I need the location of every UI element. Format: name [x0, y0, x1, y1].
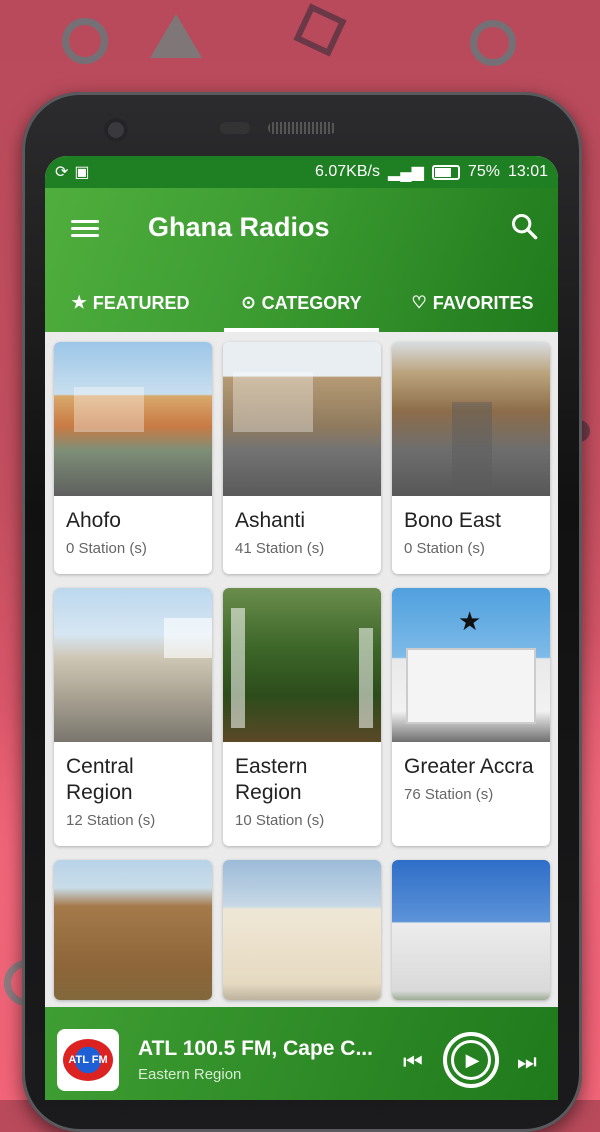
station-count: 12 Station (s) [66, 812, 156, 829]
category-grid: Ahofo 0 Station (s) Ashanti 41 Station (… [45, 332, 558, 1010]
play-icon: ▶ [451, 1040, 491, 1080]
category-card-ahofo[interactable]: Ahofo 0 Station (s) [54, 342, 212, 574]
station-count: 0 Station (s) [66, 540, 147, 557]
tab-label: CATEGORY [261, 292, 362, 313]
category-name: Ahofo [66, 509, 121, 532]
app-bar: Ghana Radios ★ FEATURED ⊙ CATEGORY ♡ FAV… [45, 188, 558, 332]
front-camera [104, 118, 128, 142]
category-name: Ashanti [235, 509, 306, 532]
decor-circle [62, 18, 108, 64]
station-region: Eastern Region [138, 1066, 242, 1083]
decor-triangle [150, 14, 202, 58]
category-card-partial[interactable] [54, 860, 212, 1000]
previous-icon[interactable]: ⏮ [403, 1049, 423, 1075]
next-icon[interactable]: ⏭ [517, 1049, 537, 1075]
decor-circle [470, 20, 516, 66]
category-card-bono-east[interactable]: Bono East 0 Station (s) [392, 342, 550, 574]
category-name: Eastern Region [235, 755, 308, 804]
sync-icon: ⟳ [55, 164, 69, 181]
category-name: Bono East [404, 509, 501, 532]
battery-level: 75% [467, 163, 500, 180]
decor-square [293, 3, 347, 57]
category-name: Greater Accra [404, 755, 534, 778]
play-button[interactable]: ▶ [443, 1032, 499, 1088]
tab-category[interactable]: ⊙ CATEGORY [216, 274, 387, 332]
tab-label: FEATURED [92, 292, 190, 313]
category-card-ashanti[interactable]: Ashanti 41 Station (s) [223, 342, 381, 574]
station-count: 76 Station (s) [404, 786, 494, 803]
star-icon: ★ [71, 293, 87, 312]
category-card-greater-accra[interactable]: ★ Greater Accra 76 Station (s) [392, 588, 550, 846]
category-image [54, 342, 212, 496]
station-count: 10 Station (s) [235, 812, 325, 829]
category-image [54, 860, 212, 1000]
sensor-array [220, 122, 250, 134]
tab-bar: ★ FEATURED ⊙ CATEGORY ♡ FAVORITES [45, 274, 558, 332]
category-name: Central Region [66, 755, 134, 804]
station-count: 41 Station (s) [235, 540, 325, 557]
category-card-partial[interactable] [392, 860, 550, 1000]
battery-icon [431, 164, 460, 180]
category-image [223, 588, 381, 742]
category-image [392, 342, 550, 496]
category-card-partial[interactable] [223, 860, 381, 1000]
category-image [223, 342, 381, 496]
net-speed: 6.07KB/s [315, 163, 380, 180]
tab-favorites[interactable]: ♡ FAVORITES [387, 274, 558, 332]
app-screen: ⟳ ▣ 6.07KB/s ▂▄▆ 75% 13:01 Ghana Radios … [45, 156, 558, 1100]
app-title: Ghana Radios [148, 212, 330, 242]
black-star-icon: ★ [458, 606, 482, 636]
earpiece-speaker [268, 122, 336, 134]
category-card-central-region[interactable]: Central Region 12 Station (s) [54, 588, 212, 846]
station-name: ATL 100.5 FM, Cape C... [138, 1037, 373, 1060]
category-image [223, 860, 381, 1000]
search-icon[interactable] [510, 212, 538, 240]
radio-icon: ▣ [74, 164, 90, 181]
station-logo-text: ATL FM [63, 1039, 113, 1081]
category-card-eastern-region[interactable]: Eastern Region 10 Station (s) [223, 588, 381, 846]
category-image: ★ [392, 588, 550, 742]
clock: 13:01 [507, 163, 548, 180]
signal-icon: ▂▄▆ [387, 164, 424, 181]
menu-icon[interactable] [71, 216, 99, 240]
tab-label: FAVORITES [432, 292, 534, 313]
station-count: 0 Station (s) [404, 540, 485, 557]
tab-featured[interactable]: ★ FEATURED [45, 274, 216, 332]
target-icon: ⊙ [241, 293, 256, 312]
category-image [54, 588, 212, 742]
status-bar: ⟳ ▣ 6.07KB/s ▂▄▆ 75% 13:01 [45, 156, 558, 188]
category-image [392, 860, 550, 1000]
mini-player[interactable]: ATL FM ATL 100.5 FM, Cape C... Eastern R… [45, 1007, 558, 1100]
station-logo: ATL FM [57, 1029, 119, 1091]
heart-icon: ♡ [411, 293, 427, 312]
